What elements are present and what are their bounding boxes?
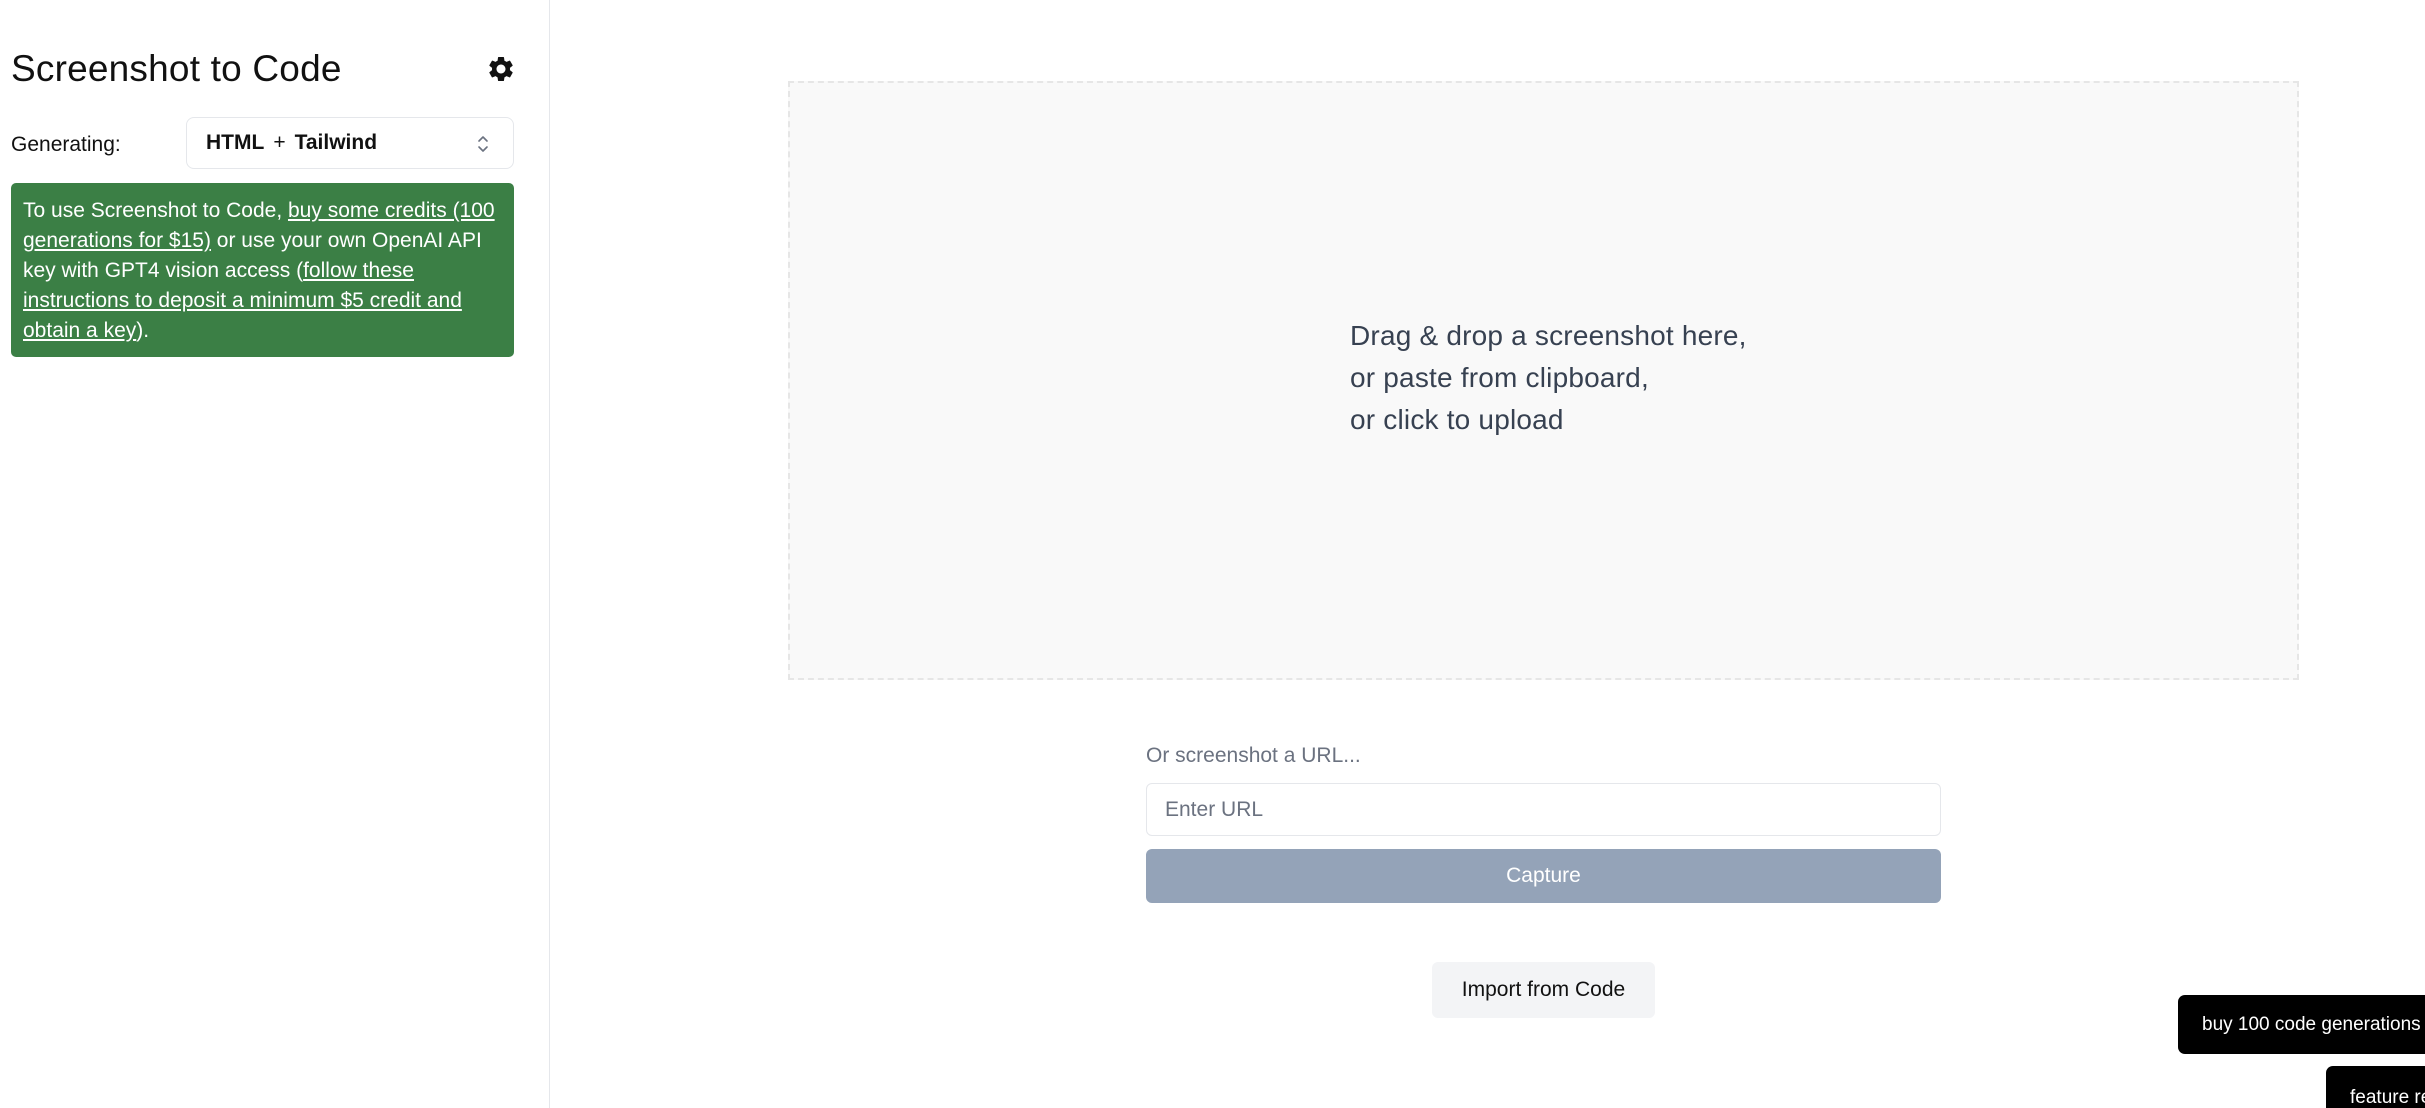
dropzone-line-2: or paste from clipboard, <box>1350 362 1649 393</box>
notice-text-1: To use Screenshot to Code, <box>23 199 288 222</box>
url-capture-label: Or screenshot a URL... <box>1146 744 1361 767</box>
credits-notice: To use Screenshot to Code, buy some cred… <box>11 183 514 357</box>
stack-select-part1: HTML <box>206 131 265 154</box>
buy-generations-button[interactable]: buy 100 code generations for $15 <box>2178 995 2425 1054</box>
chevron-updown-icon <box>478 136 488 152</box>
stack-select[interactable]: HTML + Tailwind <box>186 117 514 169</box>
stack-select-plus: + <box>273 131 286 154</box>
screenshot-dropzone[interactable]: Drag & drop a screenshot here, or paste … <box>788 81 2299 680</box>
url-input[interactable] <box>1146 783 1941 836</box>
dropzone-line-3: or click to upload <box>1350 404 1564 435</box>
generating-label: Generating: <box>11 133 121 156</box>
sidebar: Screenshot to Code Generating: HTML + Ta… <box>0 0 550 1108</box>
import-from-code-button[interactable]: Import from Code <box>1432 962 1655 1018</box>
dropzone-instructions: Drag & drop a screenshot here, or paste … <box>1350 315 1747 441</box>
settings-button[interactable] <box>486 54 516 84</box>
notice-text-3: ). <box>136 319 150 342</box>
feature-requests-button[interactable]: feature requests? <box>2326 1066 2425 1108</box>
gear-icon <box>489 56 513 81</box>
app-title: Screenshot to Code <box>11 48 342 89</box>
capture-button[interactable]: Capture <box>1146 849 1941 903</box>
stack-select-part2: Tailwind <box>294 131 378 154</box>
dropzone-line-1: Drag & drop a screenshot here, <box>1350 320 1747 351</box>
app-root: Screenshot to Code Generating: HTML + Ta… <box>0 0 2425 1108</box>
